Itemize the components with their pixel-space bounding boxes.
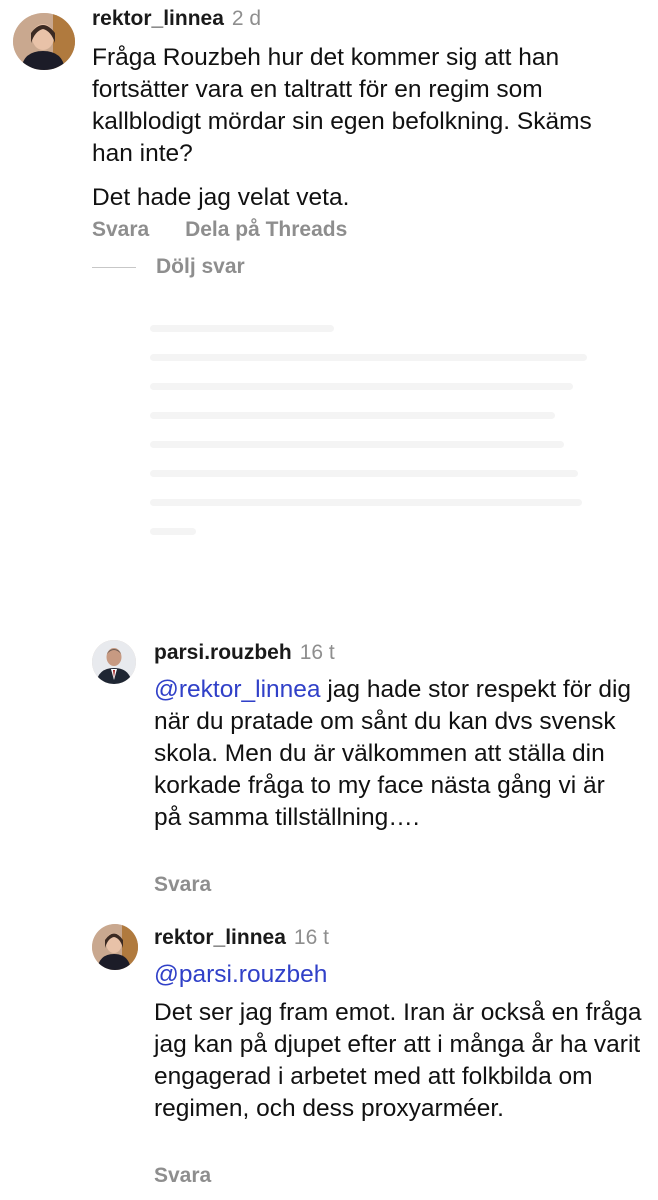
mention-link[interactable]: @rektor_linnea [154,676,321,703]
comment-actions: Svara [154,873,211,897]
placeholder-line [150,528,196,535]
placeholder-line [150,383,574,390]
reply-button[interactable]: Svara [154,873,211,896]
avatar[interactable] [92,924,138,970]
placeholder-line [150,441,564,448]
avatar[interactable] [92,640,136,684]
comment-text: @rektor_linnea jag hade stor respekt för… [154,674,634,834]
user-photo-icon [92,640,136,684]
reply-button[interactable]: Svara [92,218,149,241]
placeholder-line [150,354,587,361]
divider-line [92,266,136,268]
username[interactable]: parsi.rouzbeh [154,641,292,664]
comment-meta: rektor_linnea 2 d [92,6,261,32]
user-photo-icon [92,924,138,970]
hidden-reply-placeholder [150,325,610,615]
reply-button[interactable]: Svara [154,1164,211,1187]
timestamp: 2 d [231,7,262,30]
username[interactable]: rektor_linnea [92,7,224,30]
hide-replies-button[interactable]: Dölj svar [92,255,245,279]
comment-meta: parsi.rouzbeh 16 t [154,640,335,666]
share-threads-button[interactable]: Dela på Threads [185,218,347,241]
comment-actions: Svara Dela på Threads [92,218,347,242]
comment-rektor-linnea-1: rektor_linnea 2 d Fråga Rouzbeh hur det k… [0,0,658,250]
comment-meta: rektor_linnea 16 t [154,925,329,951]
reply-rektor-linnea: rektor_linnea 16 t @parsi.rouzbeh Det ser… [0,917,658,1200]
comment-actions: Svara [154,1164,211,1188]
username[interactable]: rektor_linnea [154,926,286,949]
timestamp: 16 t [299,641,335,664]
comment-text: Fråga Rouzbeh hur det kommer sig att han… [92,42,632,214]
mention-link[interactable]: @parsi.rouzbeh [154,959,644,991]
comment-paragraph: Fråga Rouzbeh hur det kommer sig att han… [92,44,592,167]
placeholder-line [150,470,578,477]
placeholder-line [150,325,334,332]
comment-paragraph: Det hade jag velat veta. [92,184,350,211]
comment-text: @parsi.rouzbeh Det ser jag fram emot. Ir… [154,959,644,1125]
comment-body: Det ser jag fram emot. Iran är också en … [154,999,642,1122]
avatar[interactable] [13,13,75,70]
timestamp: 16 t [293,926,329,949]
hide-replies-label: Dölj svar [156,255,245,278]
reply-parsi-rouzbeh: parsi.rouzbeh 16 t @rektor_linnea jag had… [0,630,658,900]
user-photo-icon [13,13,75,70]
placeholder-line [150,499,583,506]
placeholder-line [150,412,555,419]
